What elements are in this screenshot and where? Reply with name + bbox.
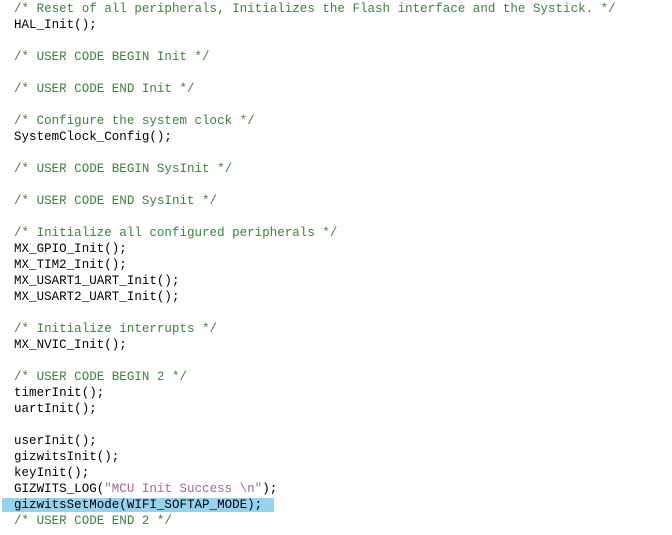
code-token-plain: timerInit(); [14,386,105,400]
code-line[interactable] [0,305,672,321]
code-line[interactable] [0,97,672,113]
code-line[interactable]: /* USER CODE BEGIN SysInit */ [0,161,672,177]
code-line[interactable]: timerInit(); [0,385,672,401]
code-line[interactable] [0,177,672,193]
code-token-plain: keyInit(); [14,466,90,480]
code-token-comment: /* USER CODE BEGIN Init */ [14,50,210,64]
code-line[interactable]: /* USER CODE BEGIN 2 */ [0,369,672,385]
code-line[interactable]: gizwitsInit(); [0,449,672,465]
code-line[interactable]: MX_TIM2_Init(); [0,257,672,273]
code-line[interactable]: MX_USART1_UART_Init(); [0,273,672,289]
code-token-plain: MX_GPIO_Init(); [14,242,127,256]
code-line[interactable] [0,65,672,81]
code-line[interactable] [0,33,672,49]
code-line[interactable]: /* USER CODE END SysInit */ [0,193,672,209]
code-line[interactable]: gizwitsSetMode(WIFI_SOFTAP_MODE); [0,497,672,513]
code-token-comment: /* USER CODE END Init */ [14,82,195,96]
code-line[interactable]: /* Reset of all peripherals, Initializes… [0,1,672,17]
code-token-comment: /* Initialize interrupts */ [14,322,218,336]
code-line[interactable]: keyInit(); [0,465,672,481]
code-token-plain: HAL_Init(); [14,18,97,32]
code-line[interactable]: /* Initialize all configured peripherals… [0,225,672,241]
code-token-plain: MX_TIM2_Init(); [14,258,127,272]
code-line[interactable]: SystemClock_Config(); [0,129,672,145]
selected-line-highlight[interactable]: gizwitsSetMode(WIFI_SOFTAP_MODE); [2,498,275,512]
code-line[interactable]: MX_GPIO_Init(); [0,241,672,257]
code-line[interactable]: userInit(); [0,433,672,449]
code-line[interactable]: /* USER CODE BEGIN Init */ [0,49,672,65]
code-token-plain: userInit(); [14,434,97,448]
code-token-plain: SystemClock_Config(); [14,130,172,144]
code-line[interactable] [0,417,672,433]
code-line[interactable]: HAL_Init(); [0,17,672,33]
code-line[interactable]: /* Initialize interrupts */ [0,321,672,337]
code-token-plain: GIZWITS_LOG( [14,482,105,496]
code-line[interactable] [0,209,672,225]
code-line[interactable]: GIZWITS_LOG("MCU Init Success \n"); [0,481,672,497]
code-line[interactable] [0,353,672,369]
code-token-comment: /* USER CODE BEGIN 2 */ [14,370,187,384]
code-line[interactable]: MX_USART2_UART_Init(); [0,289,672,305]
code-line[interactable]: /* USER CODE END 2 */ [0,513,672,529]
code-line[interactable] [0,145,672,161]
code-token-comment: /* Initialize all configured peripherals… [14,226,338,240]
code-text-area[interactable]: /* Reset of all peripherals, Initializes… [0,1,672,529]
code-line[interactable]: /* USER CODE END Init */ [0,81,672,97]
code-token-comment: /* USER CODE END SysInit */ [14,194,218,208]
code-token-comment: /* Configure the system clock */ [14,114,255,128]
code-token-plain: ); [262,482,278,496]
code-token-comment: /* USER CODE END 2 */ [14,514,172,528]
code-line[interactable]: /* Configure the system clock */ [0,113,672,129]
code-token-comment: /* Reset of all peripherals, Initializes… [14,2,616,16]
code-token-plain: uartInit(); [14,402,97,416]
code-line[interactable]: uartInit(); [0,401,672,417]
code-token-plain: MX_NVIC_Init(); [14,338,127,352]
code-token-plain: gizwitsSetMode(WIFI_SOFTAP_MODE); [14,498,263,512]
code-token-plain: gizwitsInit(); [14,450,120,464]
code-token-comment: /* USER CODE BEGIN SysInit */ [14,162,233,176]
code-token-string: "MCU Init Success \n" [104,482,263,496]
code-token-plain: MX_USART1_UART_Init(); [14,274,180,288]
code-line[interactable]: MX_NVIC_Init(); [0,337,672,353]
code-token-plain: MX_USART2_UART_Init(); [14,290,180,304]
code-editor-pane[interactable]: /* Reset of all peripherals, Initializes… [0,0,672,535]
